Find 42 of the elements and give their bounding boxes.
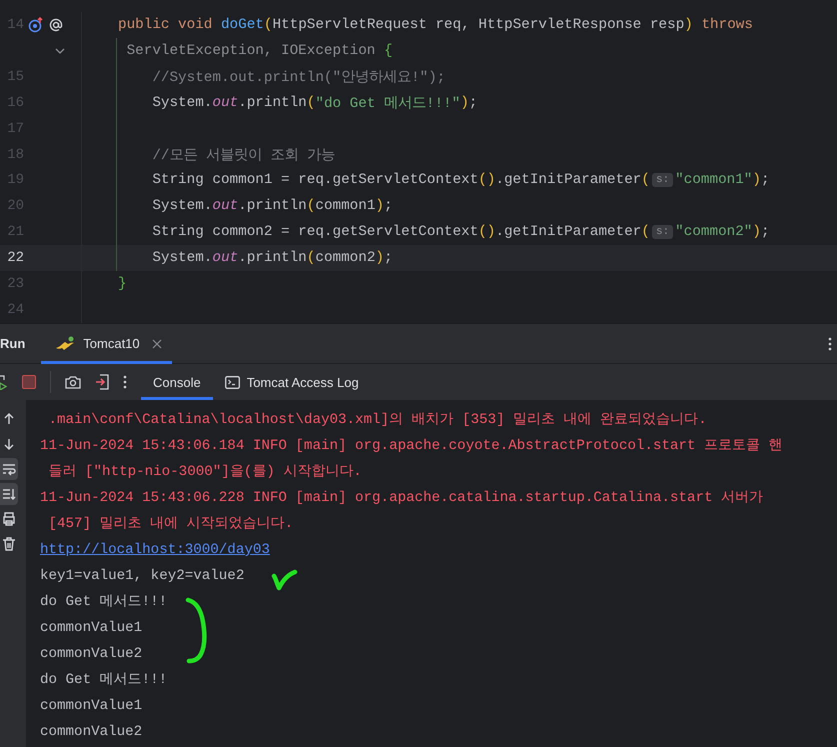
console-line: commonValue1 [40,619,142,638]
code-line: //모든 서블릿이 조회 가능 [151,147,336,164]
console-line: commonValue2 [40,645,142,664]
annotation-at-icon[interactable] [48,16,64,33]
console-line: commonValue1 [40,697,142,716]
console-line: do Get 메서드!!! [40,671,168,690]
code-line: } [118,276,127,292]
code-line: ServletException, IOException { [126,42,393,59]
code-line: String common1 = req.getServletContext().getInitParameter( s: "common1"); [151,172,770,188]
close-icon[interactable] [152,338,162,348]
console-line: .main\conf\Catalina\localhost\day03.xml]의 배치가 [353] 밀리초 내에 완료되었습니다. [48,411,707,430]
check-mark-drawing [271,568,299,592]
override-target-icon[interactable] [28,16,44,33]
console-tab[interactable]: Tomcat Access Log [212,364,371,400]
line-number: 22 [6,250,24,266]
scroll-to-end-icon[interactable] [1,486,17,502]
terminal-icon [224,376,240,388]
code-line: String common2 = req.getServletContext().getInitParameter( s: "common2"); [151,224,770,240]
console-line: key1=value1, key2=value2 [40,567,244,586]
console-line: do Get 메서드!!! [40,593,168,612]
more-options-icon[interactable] [828,336,832,350]
code-line: //System.out.println("안녕하세요!"); [151,69,446,86]
trash-icon[interactable] [1,536,17,552]
code-line: public void doGet(HttpServletRequest req, HttpServletResponse resp) throws [118,16,753,33]
panel-title: Run [0,336,26,351]
rerun-icon[interactable] [0,374,8,390]
print-icon[interactable] [1,511,17,527]
console-line: 들러 ["http-nio-3000"]을(를) 시작합니다. [48,463,362,482]
code-line: System.out.println(common1); [151,198,393,214]
camera-icon[interactable] [65,375,81,389]
code-line: System.out.println(common2); [151,250,393,266]
toggle-highlight[interactable] [0,483,18,505]
exit-icon[interactable] [95,374,109,390]
console-line: 11-Jun-2024 15:43:06.184 INFO [main] org.apache.coyote.AbstractProtocol.start 프로토콜 핸 [40,437,783,456]
console-tab[interactable]: Console [141,364,213,400]
console-line: commonValue2 [40,723,142,742]
more-options-icon[interactable] [123,375,127,389]
console-line: 11-Jun-2024 15:43:06.228 INFO [main] org.apache.catalina.startup.Catalina.start 서버가 [40,489,764,508]
code-line: System.out.println("do Get 메서드!!!"); [151,94,478,112]
toggle-highlight[interactable] [0,458,18,480]
console-line: [457] 밀리초 내에 시작되었습니다. [48,515,294,534]
console-link[interactable]: http://localhost:3000/day03 [40,537,270,563]
